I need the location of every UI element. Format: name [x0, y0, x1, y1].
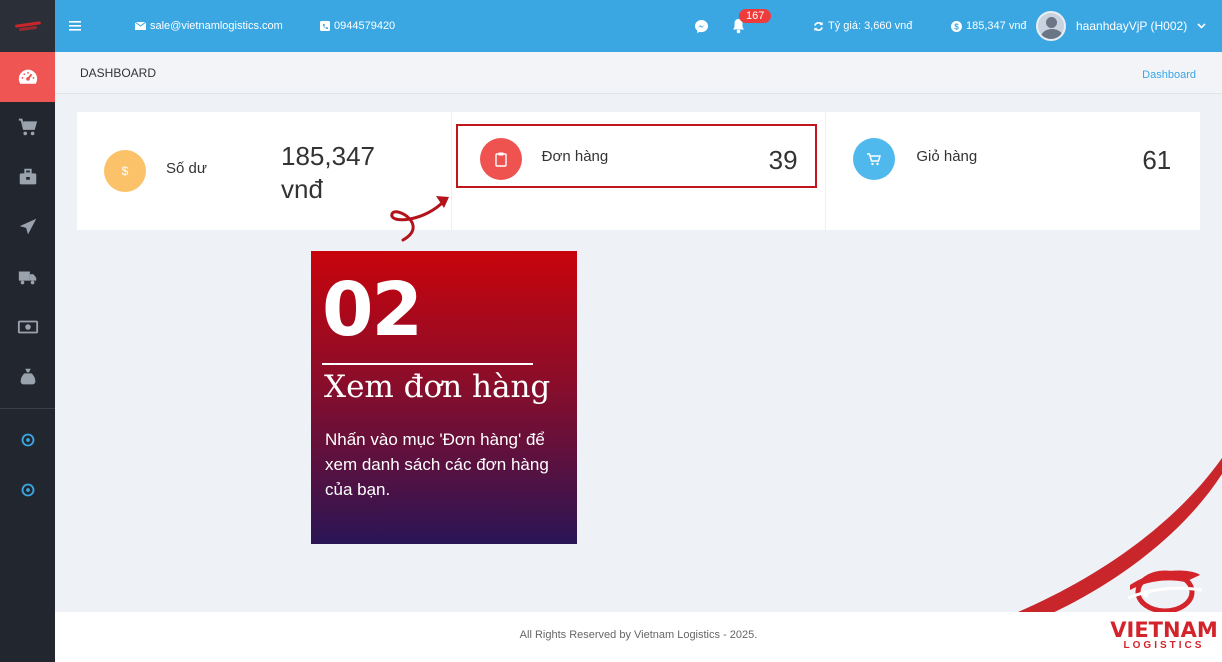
stat-balance-label: Số dư: [166, 160, 207, 177]
sidebar-item-cart[interactable]: [0, 102, 55, 152]
sidebar: [0, 0, 55, 662]
stat-cart-icon-circle: [853, 138, 896, 180]
stat-balance[interactable]: $ Số dư 185,347 vnđ: [77, 112, 452, 230]
messenger-button[interactable]: [694, 0, 709, 52]
phone-text: 0944579420: [334, 20, 396, 32]
sidebar-item-payment[interactable]: [0, 302, 55, 352]
callout-heading: Xem đơn hàng: [324, 369, 551, 405]
stat-cart[interactable]: Giỏ hàng 61: [826, 112, 1200, 230]
sidebar-divider: [0, 408, 55, 409]
phone-icon: [320, 21, 330, 31]
sidebar-item-delivery[interactable]: [0, 252, 55, 302]
circle-dot-icon: [21, 483, 34, 497]
messenger-icon: [694, 19, 709, 33]
stat-balance-value: 185,347 vnđ: [281, 141, 375, 204]
brand-logo-icon: ★: [1127, 570, 1203, 614]
callout-description: Nhấn vào mục 'Đơn hàng' để xem danh sách…: [325, 430, 549, 499]
logo-mark-icon: [14, 21, 41, 32]
sidebar-logo[interactable]: [0, 0, 55, 52]
orders-highlight-box: [456, 124, 817, 188]
notification-badge: 167: [739, 9, 772, 23]
svg-text:$: $: [954, 22, 959, 31]
sidebar-item-wallet[interactable]: [0, 352, 55, 402]
notifications-button[interactable]: 167: [731, 0, 772, 52]
cart-icon: [867, 153, 882, 166]
sidebar-item-extra-2[interactable]: [0, 465, 55, 515]
brand-name: VIETNAM: [1110, 618, 1218, 642]
sidebar-item-dashboard[interactable]: [0, 52, 55, 102]
user-menu[interactable]: haanhdayVjP (H002): [1036, 0, 1206, 52]
coin-icon: $: [951, 20, 962, 32]
svg-text:★: ★: [1142, 591, 1150, 601]
brand-wordmark: VIETNAM LOGISTICS: [1110, 618, 1218, 651]
envelope-icon: [135, 22, 146, 30]
exchange-rate-text: Tỷ giá: 3,660 vnđ: [828, 20, 913, 32]
page-title: DASHBOARD: [80, 66, 157, 80]
money-icon: [17, 320, 38, 334]
username-text: haanhdayVjP (H002): [1076, 19, 1188, 33]
briefcase-icon: [19, 168, 36, 185]
topbar: sale@vietnamlogistics.com 0944579420 167…: [55, 0, 1222, 52]
cart-icon: [18, 118, 37, 136]
footer-copyright: All Rights Reserved by Vietnam Logistics…: [519, 629, 758, 641]
page-header: DASHBOARD Dashboard: [55, 52, 1222, 94]
email-text: sale@vietnamlogistics.com: [150, 20, 283, 32]
stat-cart-label: Giỏ hàng: [916, 148, 978, 165]
callout-divider: [322, 363, 533, 365]
svg-text:$: $: [122, 164, 129, 178]
breadcrumb-dashboard[interactable]: Dashboard: [1142, 69, 1196, 81]
balance-display: $ 185,347 vnđ: [951, 0, 1027, 52]
chevron-down-icon: [1197, 23, 1206, 29]
balance-text: 185,347 vnđ: [966, 20, 1027, 32]
stat-balance-icon-circle: $: [104, 150, 146, 192]
brand-sub: LOGISTICS: [1123, 640, 1205, 651]
dollar-icon: $: [122, 164, 129, 178]
paper-plane-icon: [19, 218, 36, 235]
dashboard-icon: [18, 69, 37, 84]
sidebar-item-shipping[interactable]: [0, 202, 55, 252]
sidebar-item-orders[interactable]: [0, 152, 55, 202]
menu-toggle[interactable]: [69, 0, 81, 52]
tutorial-callout: 02 Xem đơn hàng Nhấn vào mục 'Đơn hàng' …: [311, 251, 577, 544]
circle-dot-icon: [21, 433, 34, 447]
avatar: [1036, 11, 1066, 41]
footer: All Rights Reserved by Vietnam Logistics…: [55, 612, 1222, 662]
hamburger-icon: [69, 21, 81, 31]
contact-email[interactable]: sale@vietnamlogistics.com: [135, 0, 283, 52]
money-bag-icon: [20, 368, 35, 385]
truck-icon: [18, 271, 36, 285]
sidebar-item-extra-1[interactable]: [0, 415, 55, 465]
refresh-icon: [814, 21, 823, 31]
decoration-layer: ★: [390, 196, 1222, 662]
exchange-rate: Tỷ giá: 3,660 vnđ: [813, 0, 912, 52]
callout-step-number: 02: [322, 267, 423, 353]
stat-cart-value: 61: [1142, 145, 1172, 175]
contact-phone[interactable]: 0944579420: [320, 0, 395, 52]
